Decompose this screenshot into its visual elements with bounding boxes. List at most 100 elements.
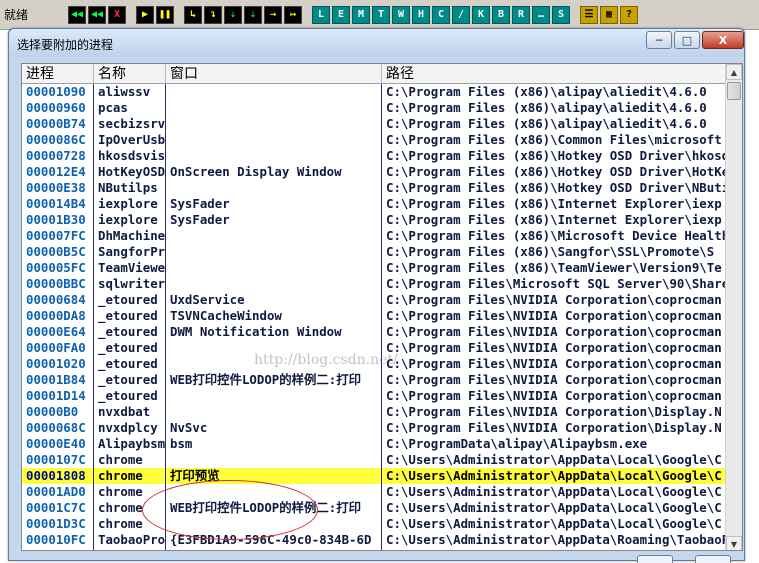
memory-window-button[interactable]: M — [352, 5, 370, 24]
toolbar-buttons: ◀◀ ◀◀ X ▶ ❚❚ ↳ ↴ ⇣ ⇣ → ↦ L E M T W H C / K B R … S ☰ ▦? — [68, 5, 640, 24]
column-header-pid[interactable]: 进程 — [22, 64, 94, 84]
table-row[interactable]: 00000B0 nvxdbat C:\Program Files\NVIDIA Co… — [22, 404, 726, 420]
table-row[interactable]: 00000684 _etoured UxdService C:\Program Fil… — [22, 292, 726, 308]
attach-button[interactable] — [637, 555, 673, 563]
patches-window-button[interactable]: / — [452, 5, 470, 24]
process-id-cell: 0000086C — [26, 132, 86, 147]
process-name-cell: iexplore — [98, 212, 158, 227]
process-name-cell: IpOverUsbSvc — [98, 132, 166, 147]
process-id-cell: 00000684 — [26, 292, 86, 307]
table-row[interactable]: 00000B5C SangforPromote C:\Program Files (… — [22, 244, 726, 260]
process-list[interactable]: 进程 名称 窗口 路径 00001090 aliwssv C:\Program Fi… — [21, 63, 743, 551]
dialog-titlebar[interactable]: 选择要附加的进程 ─ □ X — [9, 29, 744, 57]
table-row[interactable]: 0000086C IpOverUsbSvc C:\Program Files (x8… — [22, 132, 726, 148]
goto-icon: ↦ — [289, 9, 297, 20]
process-id-cell: 000010FC — [26, 532, 86, 547]
threads-window-button[interactable]: T — [372, 5, 390, 24]
call-stack-button[interactable]: K — [472, 5, 490, 24]
goto-button[interactable]: ↦ — [284, 5, 302, 24]
table-row[interactable]: 00000DA8 _etoured TSVNCacheWindow C:\Progra… — [22, 308, 726, 324]
execute-till-return-icon: → — [269, 9, 277, 20]
trace-over-button[interactable]: ⇣ — [244, 5, 262, 24]
patches-window-icon: / — [457, 9, 465, 20]
table-row[interactable]: 00001020 _etoured C:\Program Files\NVIDIA … — [22, 356, 726, 372]
close-button[interactable]: X — [702, 31, 744, 49]
cpu-window-button[interactable]: C — [432, 5, 450, 24]
rewind-button[interactable]: ◀◀ — [68, 5, 86, 24]
step-back-button[interactable]: ◀◀ — [88, 5, 106, 24]
close-button[interactable]: X — [108, 5, 126, 24]
handles-window-button[interactable]: H — [412, 5, 430, 24]
column-header-window[interactable]: 窗口 — [166, 64, 382, 84]
process-path-cell: C:\Program Files (x86)\Hotkey OSD Driver… — [386, 180, 726, 195]
table-row[interactable]: 00001B84 _etoured WEB打印控件LODOP的样例二:打印 C:\Pr… — [22, 372, 726, 388]
column-header-path[interactable]: 路径 — [382, 64, 726, 84]
table-row[interactable]: 00000960 pcas C:\Program Files (x86)\alipa… — [22, 100, 726, 116]
table-row[interactable]: 00000BBC sqlwriter C:\Program Files\Micros… — [22, 276, 726, 292]
window-title-cell: WEB打印控件LODOP的样例二:打印 — [170, 500, 362, 515]
column-divider — [93, 84, 94, 550]
table-row[interactable]: 00001AD0 chrome C:\Users\Administrator\App… — [22, 484, 726, 500]
log-window-button[interactable]: L — [312, 5, 330, 24]
help-button[interactable]: ? — [620, 5, 638, 24]
process-id-cell: 00001D3C — [26, 516, 86, 531]
vertical-scrollbar[interactable]: ▲ ▼ — [725, 64, 742, 550]
table-row-selected[interactable]: 00001808 chrome 打印预览 C:\Users\Administrator… — [22, 468, 726, 484]
process-name-cell: chrome — [98, 516, 143, 531]
memory-window-icon: M — [357, 9, 365, 20]
step-over-button[interactable]: ↴ — [204, 5, 222, 24]
scroll-thumb[interactable] — [727, 82, 741, 100]
process-path-cell: C:\Users\Administrator\AppData\Local\Goo… — [386, 500, 722, 515]
table-row[interactable]: 00000FA0 _etoured C:\Program Files\NVIDIA … — [22, 340, 726, 356]
table-row[interactable]: 00000728 hkosdsvis C:\Program Files (x86)\… — [22, 148, 726, 164]
table-row[interactable]: 00000E38 NButilps C:\Program Files (x86)\H… — [22, 180, 726, 196]
table-row[interactable]: 00001C7C chrome WEB打印控件LODOP的样例二:打印 C:\User… — [22, 500, 726, 516]
status-text: 就绪 — [4, 8, 29, 22]
table-row[interactable]: 00000E64 _etoured DWM Notification Window C… — [22, 324, 726, 340]
trace-over-icon: ⇣ — [249, 9, 257, 20]
source-window-button[interactable]: S — [552, 5, 570, 24]
table-row[interactable]: 0000068C nvxdplcy NvSvc C:\Program Files\NV… — [22, 420, 726, 436]
scroll-down-button[interactable]: ▼ — [726, 536, 742, 550]
options-icon: ▦ — [605, 9, 613, 20]
table-row[interactable]: 00000B74 secbizsrv C:\Program Files (x86)\… — [22, 116, 726, 132]
table-row[interactable]: 000014B4 iexplore SysFader C:\Program Files… — [22, 196, 726, 212]
table-row[interactable]: 0000107C chrome C:\Users\Administrator\App… — [22, 452, 726, 468]
table-row[interactable]: 00000E40 Alipaybsm bsm C:\ProgramData\alipa… — [22, 436, 726, 452]
process-id-cell: 0000107C — [26, 452, 86, 467]
references-window-button[interactable]: R — [512, 5, 530, 24]
list-button[interactable]: ☰ — [580, 5, 598, 24]
process-path-cell: C:\Program Files (x86)\alipay\aliedit\4.… — [386, 116, 707, 131]
windows-window-button[interactable]: W — [392, 5, 410, 24]
breakpoints-window-button[interactable]: B — [492, 5, 510, 24]
table-row[interactable]: 00001090 aliwssv C:\Program Files (x86)\al… — [22, 84, 726, 100]
minimize-button[interactable]: ─ — [646, 31, 672, 49]
process-name-cell: nvxdbat — [98, 404, 151, 419]
process-path-cell: C:\Program Files (x86)\alipay\aliedit\4.… — [386, 84, 707, 99]
table-row[interactable]: 00001D3C chrome C:\Users\Administrator\App… — [22, 516, 726, 532]
process-name-cell: chrome — [98, 500, 143, 515]
window-title-cell — [170, 340, 382, 356]
maximize-button[interactable]: □ — [674, 31, 700, 49]
modules-window-button[interactable]: E — [332, 5, 350, 24]
table-row[interactable]: 00001D14 _etoured C:\Program Files\NVIDIA … — [22, 388, 726, 404]
column-header-name[interactable]: 名称 — [94, 64, 166, 84]
run-trace-button[interactable]: … — [532, 5, 550, 24]
options-button[interactable]: ▦ — [600, 5, 618, 24]
cancel-button[interactable] — [695, 555, 731, 563]
process-id-cell: 00001090 — [26, 84, 86, 99]
run-button[interactable]: ▶ — [136, 5, 154, 24]
process-path-cell: C:\Program Files (x86)\Internet Explorer… — [386, 212, 722, 227]
pause-button[interactable]: ❚❚ — [156, 5, 174, 24]
table-row[interactable]: 000005FC TeamViewer C:\Program Files (x86)… — [22, 260, 726, 276]
table-row[interactable]: 000010FC TaobaoProtect {E3FBD1A9-596C-49c0… — [22, 532, 726, 548]
scroll-up-button[interactable]: ▲ — [726, 64, 742, 80]
trace-into-button[interactable]: ⇣ — [224, 5, 242, 24]
step-into-button[interactable]: ↳ — [184, 5, 202, 24]
table-row[interactable]: 000012E4 HotKeyOSD OnScreen Display Window… — [22, 164, 726, 180]
process-path-cell: C:\Program Files (x86)\Sangfor\SSL\Promo… — [386, 244, 715, 259]
table-row[interactable]: 000007FC DhMachineSvc C:\Program Files (x8… — [22, 228, 726, 244]
process-name-cell: secbizsrv — [98, 116, 166, 131]
execute-till-return-button[interactable]: → — [264, 5, 282, 24]
table-row[interactable]: 00001B30 iexplore SysFader C:\Program Files… — [22, 212, 726, 228]
